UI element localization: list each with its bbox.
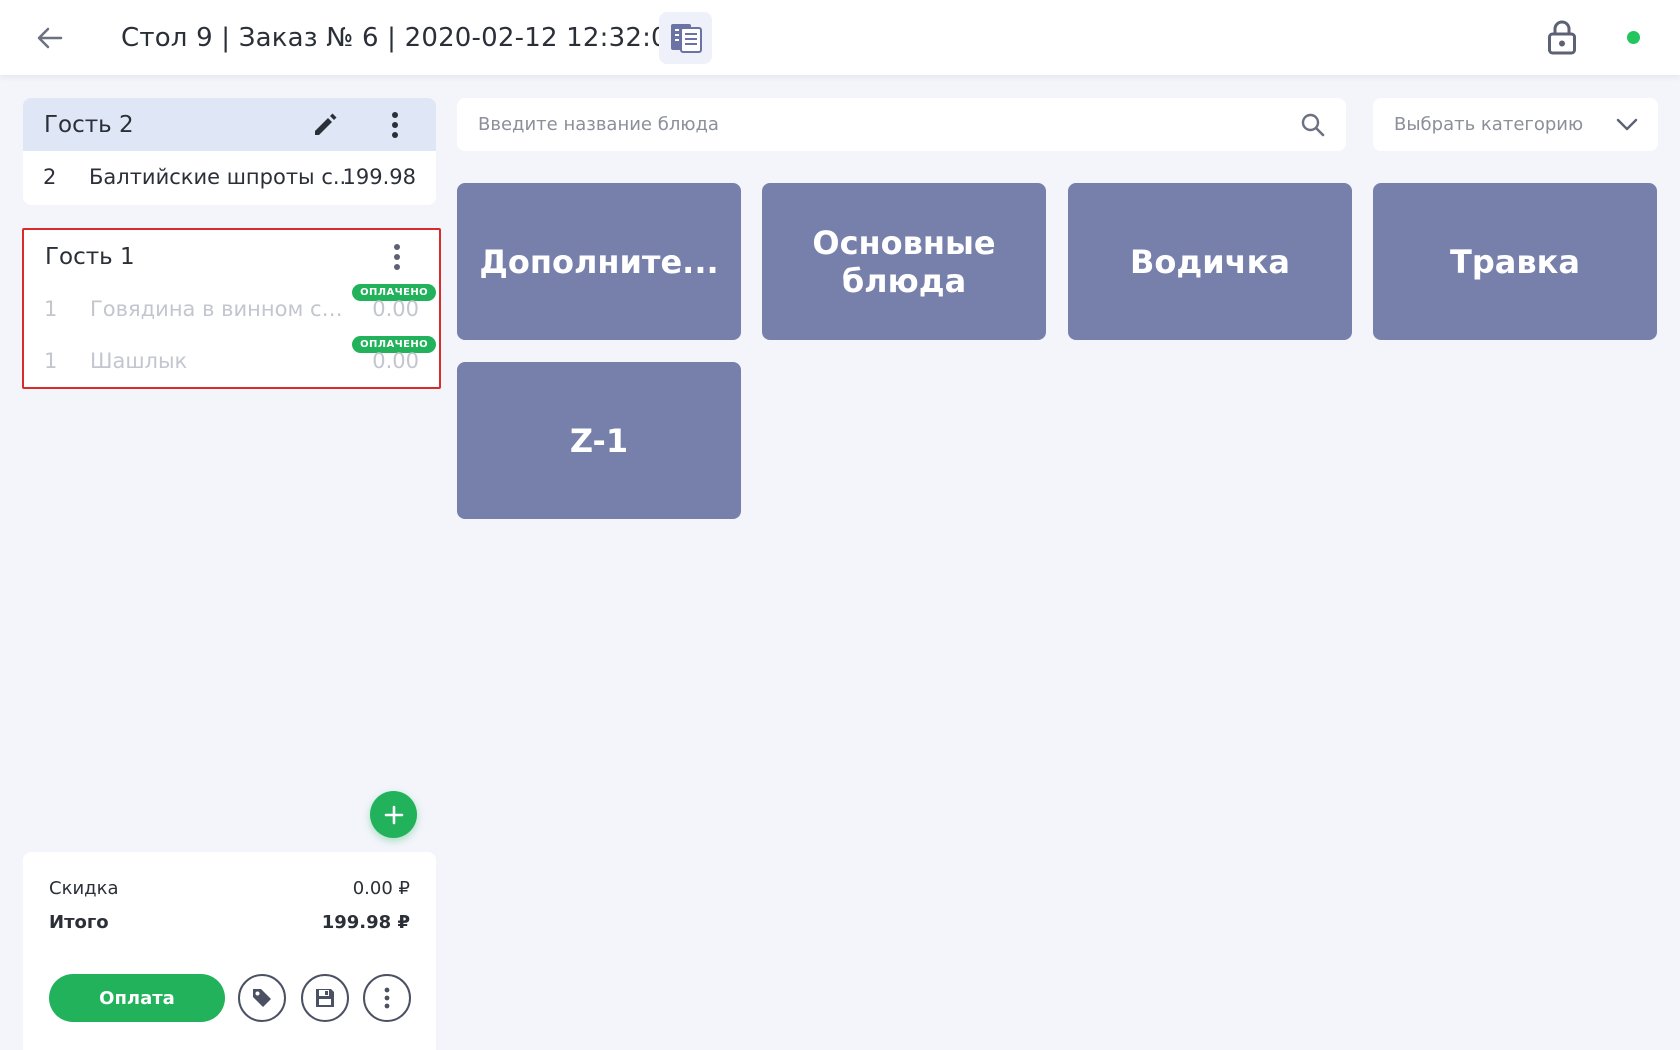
discount-value: 0.00 ₽ (352, 877, 410, 899)
more-vertical-icon (392, 112, 398, 138)
guest-name: Гость 1 (45, 243, 135, 270)
save-button[interactable] (301, 974, 349, 1022)
chevron-down-icon (1614, 112, 1640, 138)
lock-icon (1548, 20, 1576, 55)
pay-button[interactable]: Оплата (49, 974, 225, 1022)
item-name: Балтийские шпроты с... (89, 165, 353, 189)
guest-header[interactable]: Гость 1 (24, 230, 439, 283)
add-guest-button[interactable] (370, 791, 417, 838)
more-vertical-icon (384, 987, 390, 1009)
plus-icon (384, 805, 403, 824)
category-select[interactable]: Выбрать категорию (1373, 98, 1658, 151)
guest-header[interactable]: Гость 2 (23, 98, 436, 151)
online-status-icon (1627, 31, 1640, 44)
receipt-button[interactable] (659, 12, 712, 64)
category-tile-label: Дополните... (479, 242, 719, 281)
item-price: 0.00 (372, 349, 419, 373)
discount-label: Скидка (49, 877, 119, 899)
total-row: Итого 199.98 ₽ (49, 909, 410, 935)
top-bar: Стол 9 | Заказ № 6 | 2020-02-12 12:32:07 (0, 0, 1680, 75)
item-quantity: 1 (44, 349, 58, 373)
lock-button[interactable] (1544, 16, 1580, 58)
item-price: 0.00 (372, 297, 419, 321)
receipt-icon (670, 24, 702, 53)
back-button[interactable] (30, 20, 70, 56)
guest-menu-button[interactable] (376, 106, 414, 144)
order-summary: Скидка 0.00 ₽ Итого 199.98 ₽ Оплата (23, 852, 436, 1050)
order-item-row[interactable]: ОПЛАЧЕНО 1 Шашлык 0.00 (24, 335, 439, 387)
category-tile-label: Основные блюда (812, 223, 996, 300)
edit-guest-button[interactable] (306, 106, 344, 144)
discount-tag-button[interactable] (238, 974, 286, 1022)
page-title: Стол 9 | Заказ № 6 | 2020-02-12 12:32:07 (121, 23, 685, 53)
category-tile-label: Водичка (1130, 242, 1290, 281)
more-vertical-icon (394, 244, 400, 270)
item-quantity: 1 (44, 297, 58, 321)
item-name: Говядина в винном соу... (90, 297, 355, 321)
tag-icon (253, 989, 271, 1007)
dish-search (457, 98, 1346, 151)
search-icon[interactable] (1298, 110, 1328, 140)
guest-menu-button[interactable] (378, 238, 416, 276)
category-tile[interactable]: Дополните... (457, 183, 741, 340)
order-item-row[interactable]: 2 Балтийские шпроты с... 199.98 (23, 151, 436, 203)
item-price: 199.98 (342, 165, 416, 189)
category-tile[interactable]: Z-1 (457, 362, 741, 519)
back-arrow-icon (37, 27, 63, 49)
discount-row: Скидка 0.00 ₽ (49, 875, 410, 901)
order-item-row[interactable]: ОПЛАЧЕНО 1 Говядина в винном соу... 0.00 (24, 283, 439, 335)
category-tile[interactable]: Основные блюда (762, 183, 1046, 340)
category-tile-label: Травка (1450, 242, 1580, 281)
category-select-label: Выбрать категорию (1394, 114, 1584, 135)
item-quantity: 2 (43, 165, 57, 189)
category-tile[interactable]: Травка (1373, 183, 1657, 340)
guest-card-1[interactable]: Гость 1 ОПЛАЧЕНО 1 Говядина в винном соу… (22, 228, 441, 389)
item-name: Шашлык (90, 349, 188, 373)
category-tile[interactable]: Водичка (1068, 183, 1352, 340)
pencil-icon (315, 113, 337, 135)
total-label: Итого (49, 911, 109, 933)
more-options-button[interactable] (363, 974, 411, 1022)
guest-name: Гость 2 (44, 111, 134, 138)
total-value: 199.98 ₽ (321, 911, 410, 933)
guest-card-2[interactable]: Гость 2 2 Балтийские шпроты с... 199.98 (23, 98, 436, 205)
floppy-disk-icon (316, 989, 334, 1007)
category-tile-label: Z-1 (569, 421, 629, 460)
search-input[interactable] (457, 98, 1277, 151)
